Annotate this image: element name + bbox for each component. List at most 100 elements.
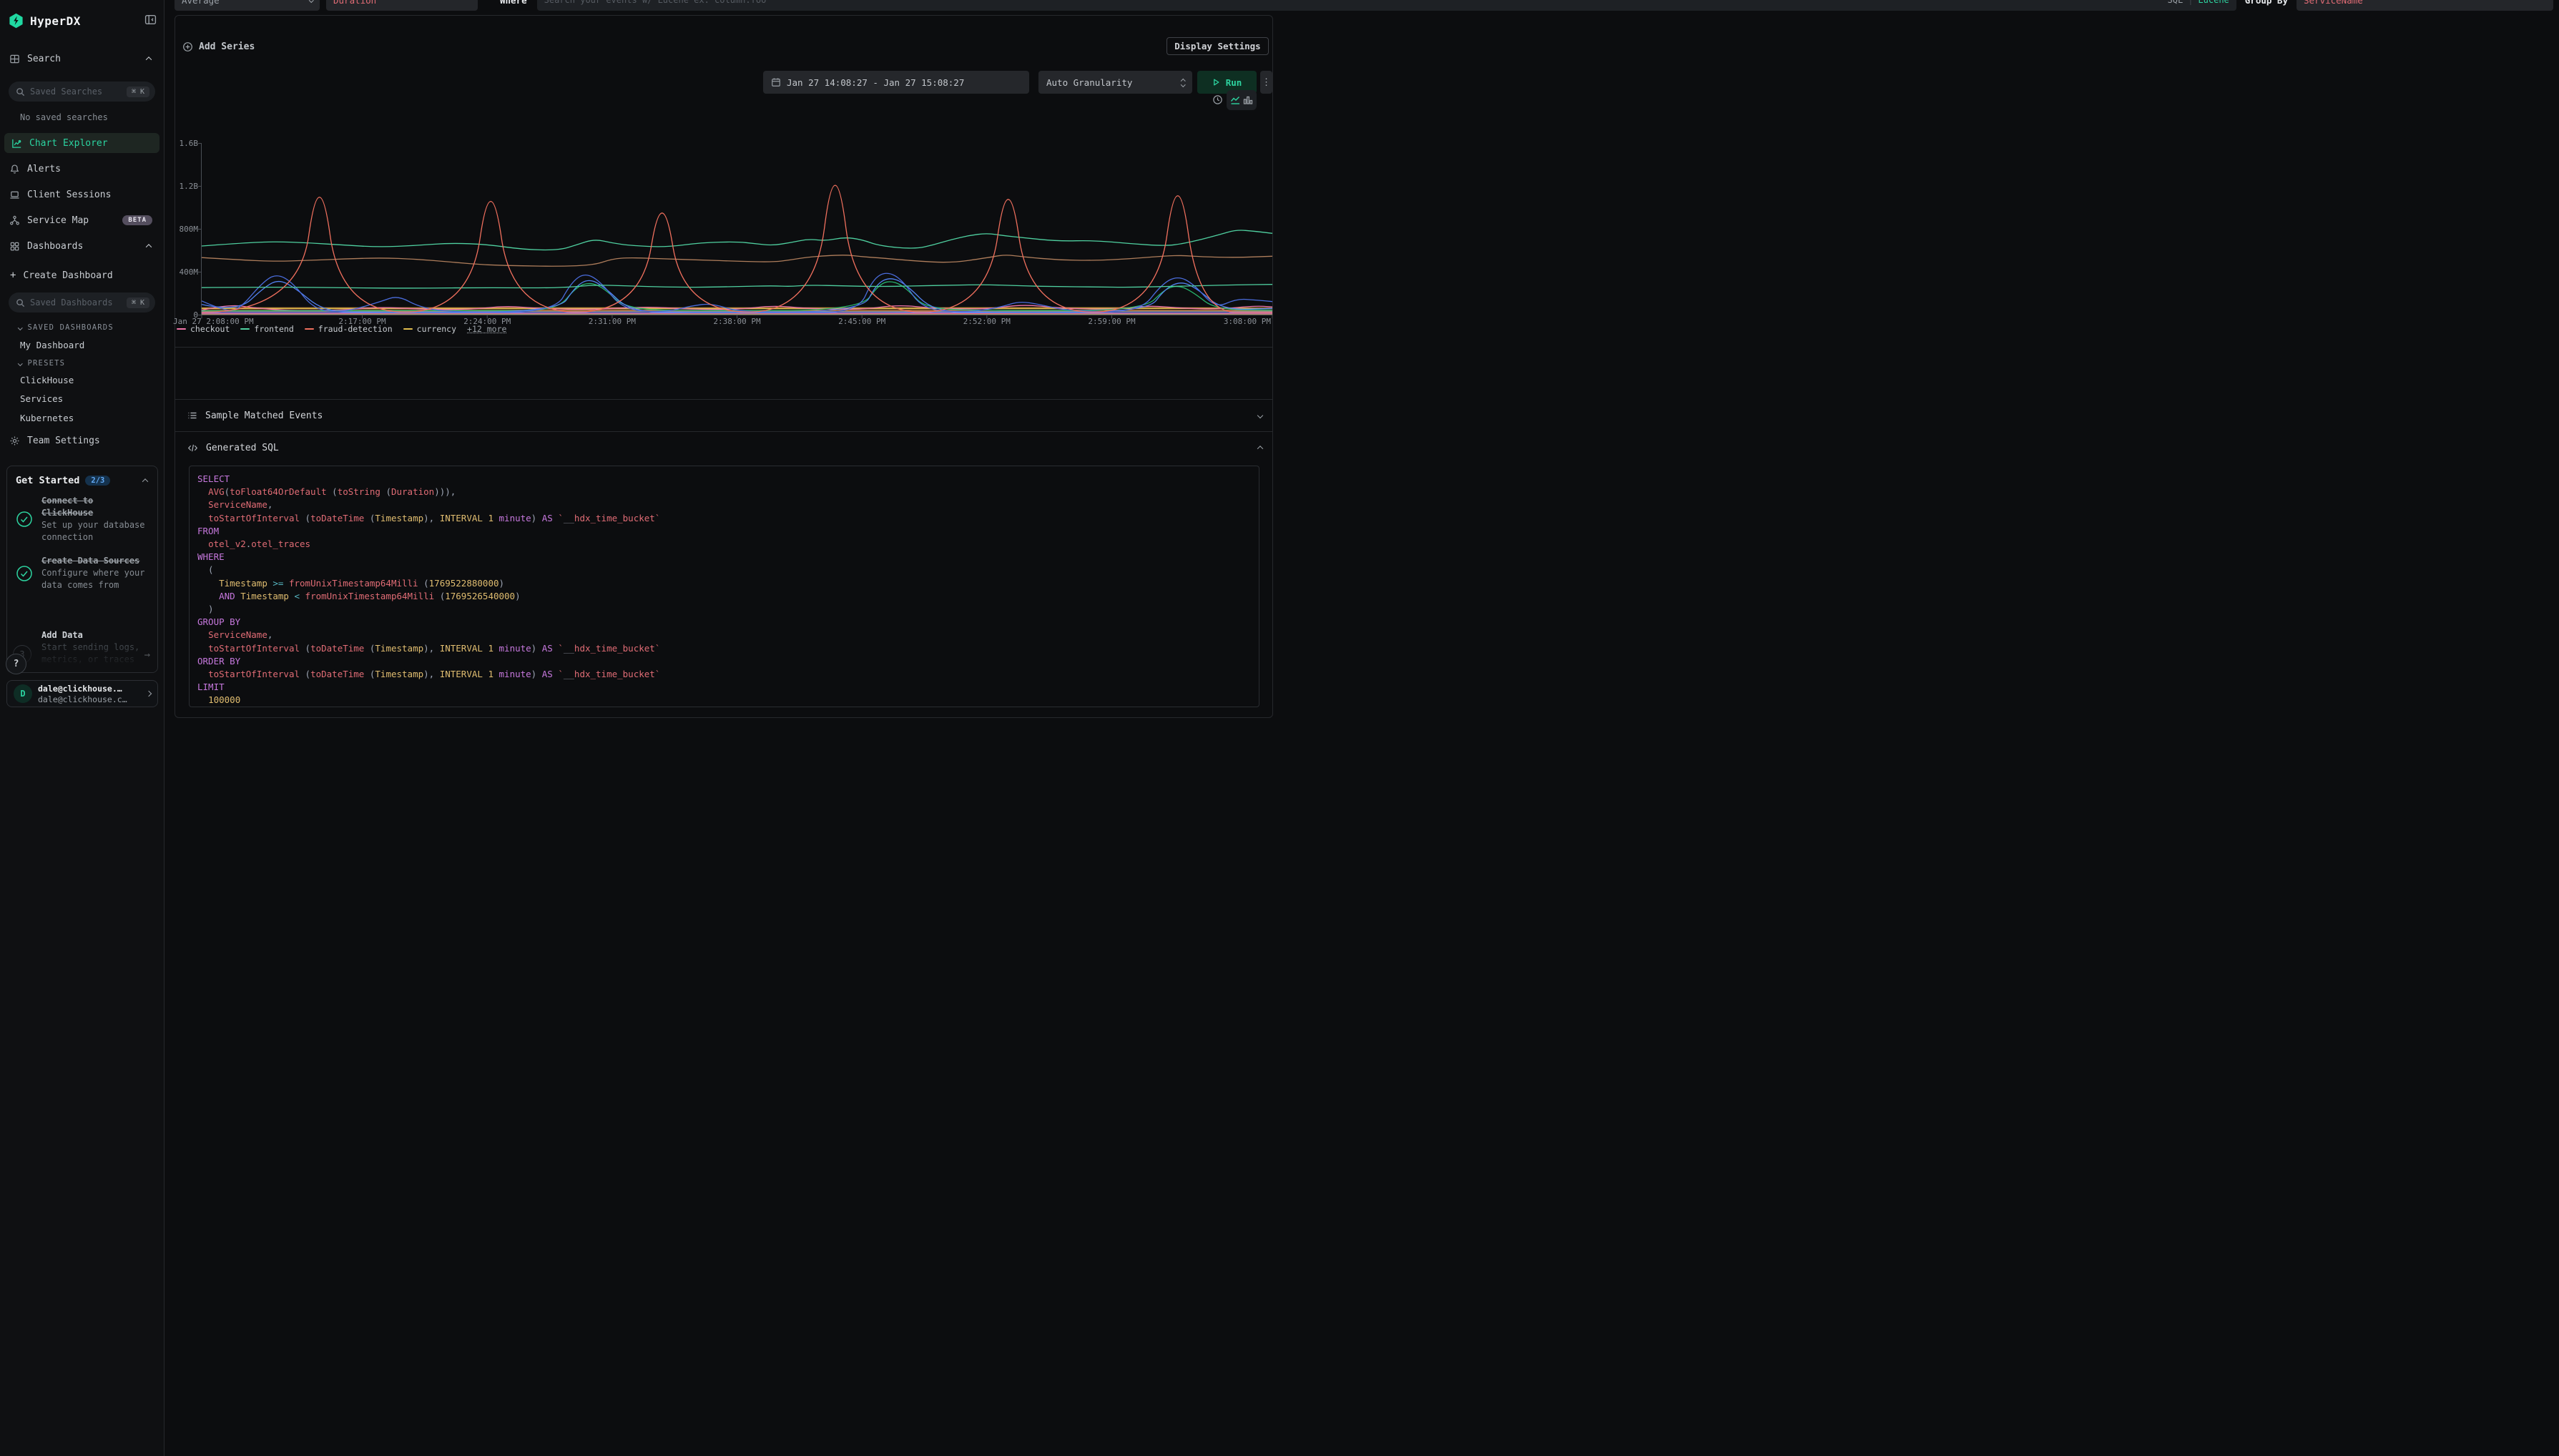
saved-searches-input[interactable]: ⌘ K xyxy=(9,82,155,102)
play-icon xyxy=(1212,78,1220,87)
legend-item-frontend[interactable]: frontend xyxy=(240,324,293,334)
x-axis-label: 2:59:00 PM xyxy=(1088,317,1135,326)
brand: HyperDX xyxy=(9,11,157,30)
x-axis-label: 2:38:00 PM xyxy=(713,317,760,326)
arrow-right-icon[interactable]: → xyxy=(144,649,150,661)
sidebar-item-label: Dashboards xyxy=(27,241,83,252)
sidebar-item-client-sessions[interactable]: Client Sessions xyxy=(0,186,164,203)
sidebar-item-my-dashboard[interactable]: My Dashboard xyxy=(20,340,84,350)
y-axis-label: 400M xyxy=(164,267,198,277)
section-label-text: SAVED DASHBOARDS xyxy=(28,323,114,332)
chevron-right-icon xyxy=(146,691,152,697)
granularity-select[interactable]: Auto Granularity xyxy=(1038,71,1192,94)
legend-item-fraud-detection[interactable]: fraud-detection xyxy=(305,324,393,334)
sidebar-item-clickhouse[interactable]: ClickHouse xyxy=(20,375,74,385)
user-email: dale@clickhouse.c… xyxy=(38,694,127,704)
presets-section[interactable]: PRESETS xyxy=(19,359,65,368)
chevron-down-icon xyxy=(309,0,313,2)
get-started-item[interactable]: Add Data Start sending logs, metrics, or… xyxy=(41,629,152,666)
get-started-item[interactable]: Create Data Sources Configure where your… xyxy=(16,555,152,591)
check-circle-icon xyxy=(16,565,33,582)
legend-swatch xyxy=(177,328,186,330)
sidebar-item-service-map[interactable]: Service Map BETA xyxy=(0,212,164,229)
task-title: Create Data Sources xyxy=(41,556,139,566)
sidebar-item-label: Search xyxy=(27,54,61,64)
mode-lucene[interactable]: Lucene xyxy=(2198,0,2229,5)
saved-dashboards-field[interactable] xyxy=(30,297,122,308)
field-input-box[interactable] xyxy=(326,0,478,11)
sidebar-item-label: Team Settings xyxy=(27,436,100,446)
run-label: Run xyxy=(1226,77,1242,88)
sql-line: ORDER BY xyxy=(197,655,1259,668)
search-icon xyxy=(16,87,25,97)
chart-explorer-icon xyxy=(11,138,22,149)
no-saved-searches-text: No saved searches xyxy=(20,112,108,122)
sidebar-item-chart-explorer[interactable]: Chart Explorer xyxy=(4,133,159,153)
group-by-label: Group By xyxy=(2245,0,2288,11)
legend-item-checkout[interactable]: checkout xyxy=(177,324,230,334)
section-title: Generated SQL xyxy=(206,443,279,453)
task-desc: Set up your database connection xyxy=(41,520,145,542)
select-chevrons-icon xyxy=(1182,79,1185,87)
search-events-box[interactable]: SQL | Lucene xyxy=(537,0,2236,11)
series-fraud-detection xyxy=(202,185,1272,313)
legend-label: fraud-detection xyxy=(318,324,393,334)
task-desc: Start sending logs, metrics, or traces xyxy=(41,642,139,664)
calendar-icon xyxy=(771,77,781,87)
shortcut-badge: ⌘ K xyxy=(127,87,149,97)
saved-dashboards-section[interactable]: SAVED DASHBOARDS xyxy=(19,323,114,332)
display-settings-button[interactable]: Display Settings xyxy=(1166,37,1269,55)
sidebar-item-label: Service Map xyxy=(27,215,89,226)
sample-matched-events-row[interactable]: Sample Matched Events xyxy=(175,408,1272,423)
clock-icon[interactable] xyxy=(1212,94,1223,105)
saved-searches-field[interactable] xyxy=(30,87,122,97)
chevron-down-icon xyxy=(1257,413,1263,418)
sidebar-item-team-settings[interactable]: Team Settings xyxy=(0,432,164,449)
legend-item-currency[interactable]: currency xyxy=(403,324,456,334)
sidebar-collapse-icon[interactable] xyxy=(144,14,157,26)
create-dashboard-label: Create Dashboard xyxy=(23,270,112,281)
sidebar-item-dashboards[interactable]: Dashboards xyxy=(0,237,164,255)
group-by-input[interactable] xyxy=(2304,0,2546,6)
aggregation-select[interactable]: Average xyxy=(175,0,320,11)
search-events-input[interactable] xyxy=(544,0,2162,5)
field-input[interactable] xyxy=(333,0,471,6)
legend-more-link[interactable]: +12 more xyxy=(467,324,506,334)
get-started-item[interactable]: Connect to ClickHouse Set up your databa… xyxy=(16,495,152,543)
task-desc: Configure where your data comes from xyxy=(41,568,145,590)
sidebar-item-kubernetes[interactable]: Kubernetes xyxy=(20,413,74,423)
sidebar-item-services[interactable]: Services xyxy=(20,393,63,404)
sql-line: toStartOfInterval (toDateTime (Timestamp… xyxy=(197,512,1259,525)
user-account-button[interactable]: D dale@clickhouse.… dale@clickhouse.c… xyxy=(6,680,158,707)
mode-sql[interactable]: SQL xyxy=(2168,0,2184,5)
add-series-button[interactable]: Add Series xyxy=(182,39,255,54)
more-options-button[interactable]: ⋮ xyxy=(1260,71,1272,94)
sidebar-item-search[interactable]: Search xyxy=(0,50,164,67)
help-button[interactable]: ? xyxy=(6,654,26,674)
x-axis-label: 2:52:00 PM xyxy=(963,317,1011,326)
sql-line: SELECT xyxy=(197,473,1259,486)
timeseries-chart[interactable] xyxy=(198,143,1272,320)
sidebar: HyperDX Search ⌘ K No saved searches Cha… xyxy=(0,0,164,1456)
series-teal-low xyxy=(202,285,1272,288)
create-dashboard-button[interactable]: + Create Dashboard xyxy=(0,267,164,284)
date-range-picker[interactable]: Jan 27 14:08:27 - Jan 27 15:08:27 xyxy=(763,71,1029,94)
circle-plus-icon xyxy=(182,41,193,52)
generated-sql-row[interactable]: Generated SQL xyxy=(175,440,1272,456)
sql-line: ServiceName, xyxy=(197,498,1259,511)
sidebar-item-alerts[interactable]: Alerts xyxy=(0,160,164,177)
beta-badge: BETA xyxy=(122,215,152,225)
line-chart-icon[interactable] xyxy=(1230,95,1240,105)
chart-legend: checkout frontend fraud-detection currency +… xyxy=(177,324,506,334)
grid-icon xyxy=(9,53,20,64)
chevron-up-icon[interactable] xyxy=(142,478,148,484)
sql-line: ) xyxy=(197,603,1259,616)
group-by-box[interactable] xyxy=(2297,0,2553,11)
section-title: Sample Matched Events xyxy=(205,410,323,421)
saved-dashboards-input[interactable]: ⌘ K xyxy=(9,292,155,313)
sql-line: AND Timestamp < fromUnixTimestamp64Milli… xyxy=(197,590,1259,603)
get-started-card: Get Started 2/3 Connect to ClickHouse Se… xyxy=(6,466,158,673)
bar-chart-icon[interactable] xyxy=(1243,95,1253,105)
series-brown xyxy=(202,255,1272,266)
gear-icon xyxy=(9,435,20,446)
